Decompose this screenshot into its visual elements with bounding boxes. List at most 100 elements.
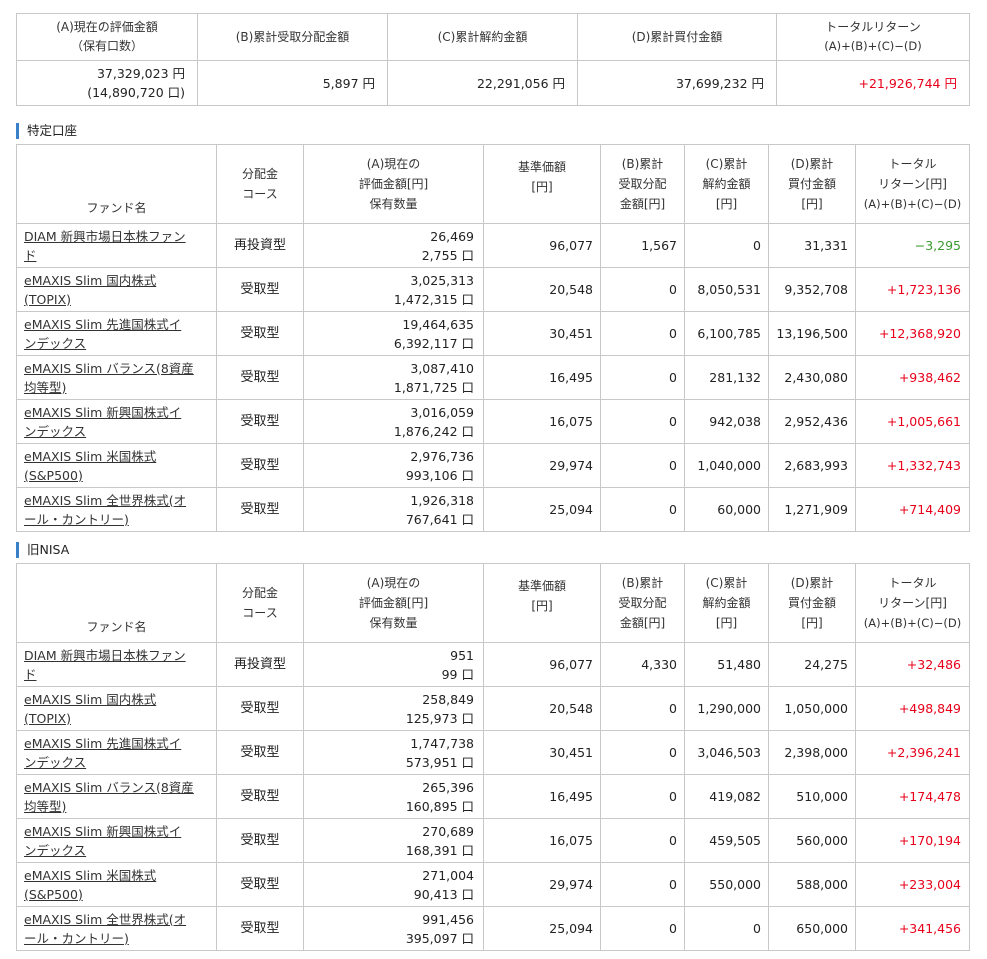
summary-value-b: 5,897 円 [197, 60, 388, 106]
total-return-cell: +1,005,661 [855, 399, 970, 444]
table-row: eMAXIS Slim 国内株式 (TOPIX) 受取型 3,025,313 1,472… [16, 267, 970, 312]
header-d-l3: [円] [801, 197, 823, 211]
header-a-l2: 評価金額[円] [358, 596, 429, 610]
fund-name-cell: eMAXIS Slim バランス(8資産 均等型) [16, 355, 217, 400]
nav-cell: 29,974 [483, 862, 601, 907]
fund-name-line2: ンデックス [24, 842, 87, 858]
holding-cell: 3,025,313 1,472,315 口 [303, 267, 484, 312]
purchase-cell: 2,952,436 [768, 399, 856, 444]
total-return-cell: +938,462 [855, 355, 970, 400]
total-return-cell: +174,478 [855, 774, 970, 819]
header-nav-l1: 基準価額 [517, 160, 566, 174]
course-cell: 受取型 [216, 487, 304, 532]
course-cell: 受取型 [216, 267, 304, 312]
header-return-l2: リターン[円] [878, 596, 947, 610]
valuation-amount: 3,016,059 [410, 404, 474, 420]
course-cell: 受取型 [216, 774, 304, 819]
fund-name-cell: eMAXIS Slim バランス(8資産 均等型) [16, 774, 217, 819]
course-cell: 受取型 [216, 818, 304, 863]
fund-name-link[interactable]: eMAXIS Slim 国内株式 (TOPIX) [24, 692, 156, 726]
units-held: 125,973 口 [405, 710, 474, 726]
fund-name-cell: eMAXIS Slim 新興国株式イ ンデックス [16, 399, 217, 444]
fund-name-link[interactable]: DIAM 新興市場日本株ファンド [24, 648, 186, 682]
header-a: (A)現在の 評価金額[円] 保有数量 [303, 563, 484, 643]
header-d-l3: [円] [801, 616, 823, 630]
dividend-cell: 0 [600, 443, 685, 488]
nav-cell: 96,077 [483, 642, 601, 687]
fund-name-link[interactable]: eMAXIS Slim 新興国株式イ ンデックス [24, 824, 181, 858]
summary-table: (A)現在の評価金額 （保有口数） (B)累計受取分配金額 (C)累計解約金額 … [16, 13, 970, 106]
fund-name-line2: ンデックス [24, 754, 87, 770]
fund-name-line2: 均等型) [24, 379, 67, 395]
nav-cell: 16,495 [483, 774, 601, 819]
fund-name-link[interactable]: eMAXIS Slim 国内株式 (TOPIX) [24, 273, 156, 307]
summary-a-amount: 37,329,023 円 [96, 66, 185, 81]
units-held: 90,413 口 [413, 886, 474, 902]
valuation-amount: 271,004 [422, 867, 474, 883]
header-d: (D)累計 買付金額 [円] [768, 563, 856, 643]
header-a-l2: 評価金額[円] [358, 177, 429, 191]
redemption-cell: 3,046,503 [684, 730, 769, 775]
fund-name-line1: eMAXIS Slim バランス(8資産 [24, 360, 194, 376]
header-b-l1: (B)累計 [621, 576, 664, 590]
purchase-cell: 2,430,080 [768, 355, 856, 400]
purchase-cell: 31,331 [768, 223, 856, 268]
valuation-amount: 26,469 [430, 228, 474, 244]
dividend-cell: 0 [600, 311, 685, 356]
redemption-cell: 8,050,531 [684, 267, 769, 312]
units-held: 395,097 口 [405, 930, 474, 946]
valuation-amount: 258,849 [422, 691, 474, 707]
header-return-l3: (A)+(B)+(C)−(D) [863, 616, 962, 630]
fund-name-link[interactable]: eMAXIS Slim 米国株式 (S&P500) [24, 868, 156, 902]
fund-name-link[interactable]: eMAXIS Slim 先進国株式イ ンデックス [24, 736, 181, 770]
fund-name-link[interactable]: eMAXIS Slim バランス(8資産 均等型) [24, 361, 194, 395]
holding-cell: 1,926,318 767,641 口 [303, 487, 484, 532]
header-c-l2: 解約金額 [702, 177, 751, 191]
table-row: eMAXIS Slim 米国株式 (S&P500) 受取型 271,004 90,413… [16, 862, 970, 907]
fund-rows-tokutei: DIAM 新興市場日本株ファンド再投資型 26,469 2,755 口 96,077 1… [16, 223, 970, 532]
holding-cell: 26,469 2,755 口 [303, 223, 484, 268]
table-row: DIAM 新興市場日本株ファンド再投資型 26,469 2,755 口 96,077 1… [16, 223, 970, 268]
table-row: eMAXIS Slim バランス(8資産 均等型) 受取型 265,396 160,89… [16, 774, 970, 819]
fund-name-link[interactable]: eMAXIS Slim 全世界株式(オ ール・カントリー) [24, 912, 186, 946]
fund-name-link[interactable]: eMAXIS Slim 先進国株式イ ンデックス [24, 317, 181, 351]
header-c-l3: [円] [715, 616, 738, 630]
fund-name-cell: eMAXIS Slim 全世界株式(オ ール・カントリー) [16, 906, 217, 951]
fund-name-line2: ド [24, 666, 37, 682]
header-return-l2: リターン[円] [878, 177, 947, 191]
header-c-l2: 解約金額 [702, 596, 751, 610]
header-c-l3: [円] [715, 197, 738, 211]
summary-value-total: +21,926,744 円 [776, 60, 970, 106]
header-d-l2: 買付金額 [787, 596, 836, 610]
purchase-cell: 13,196,500 [768, 311, 856, 356]
header-course: 分配金 コース [216, 563, 304, 643]
fund-name-link[interactable]: eMAXIS Slim 新興国株式イ ンデックス [24, 405, 181, 439]
fund-name-cell: eMAXIS Slim 新興国株式イ ンデックス [16, 818, 217, 863]
redemption-cell: 281,132 [684, 355, 769, 400]
units-held: 99 口 [441, 666, 474, 682]
fund-name-line1: eMAXIS Slim 全世界株式(オ [24, 911, 187, 927]
units-held: 573,951 口 [405, 754, 474, 770]
fund-name-link[interactable]: DIAM 新興市場日本株ファンド [24, 229, 186, 263]
fund-name-link[interactable]: eMAXIS Slim 全世界株式(オ ール・カントリー) [24, 493, 186, 527]
total-return-cell: +1,723,136 [855, 267, 970, 312]
fund-name-line1: DIAM 新興市場日本株ファン [24, 647, 186, 663]
fund-name-link[interactable]: eMAXIS Slim バランス(8資産 均等型) [24, 780, 194, 814]
header-b-l3: 金額[円] [619, 197, 666, 211]
dividend-cell: 0 [600, 818, 685, 863]
summary-a-units: (14,890,720 口) [87, 85, 185, 100]
course-cell: 受取型 [216, 686, 304, 731]
purchase-cell: 560,000 [768, 818, 856, 863]
header-fund-name: ファンド名 [16, 563, 217, 643]
purchase-cell: 2,398,000 [768, 730, 856, 775]
header-course-l1: 分配金 [241, 586, 278, 600]
summary-value-c: 22,291,056 円 [387, 60, 578, 106]
total-return-cell: +12,368,920 [855, 311, 970, 356]
nav-cell: 16,495 [483, 355, 601, 400]
valuation-amount: 19,464,635 [402, 316, 474, 332]
fund-name-link[interactable]: eMAXIS Slim 米国株式 (S&P500) [24, 449, 156, 483]
redemption-cell: 60,000 [684, 487, 769, 532]
total-return-cell: +233,004 [855, 862, 970, 907]
summary-header-d: (D)累計買付金額 [577, 13, 777, 61]
summary-value-d: 37,699,232 円 [577, 60, 777, 106]
